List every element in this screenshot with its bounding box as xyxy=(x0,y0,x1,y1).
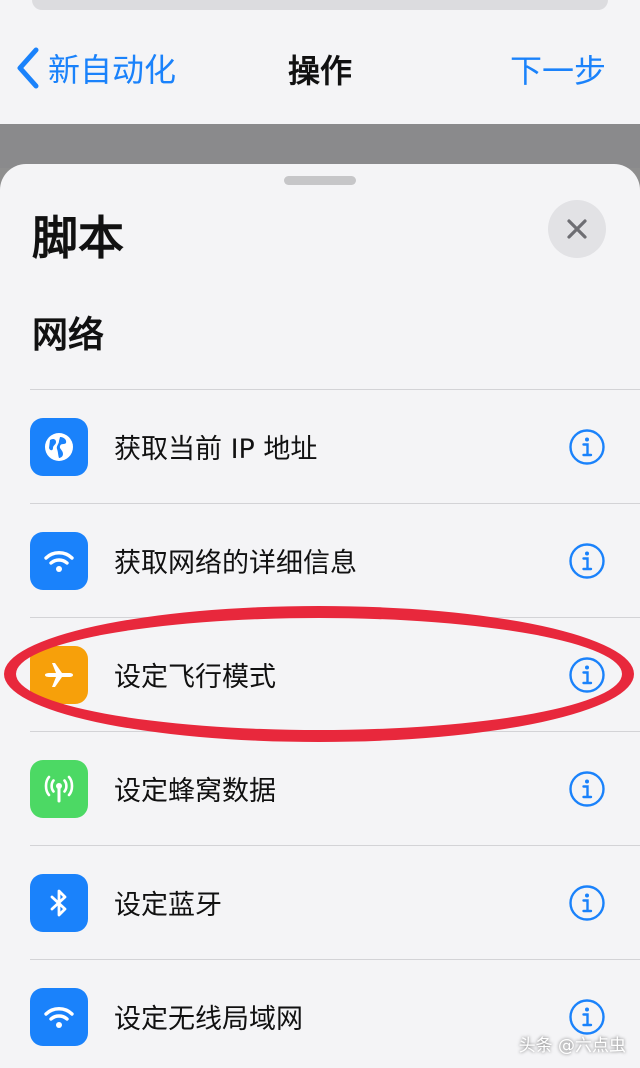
action-row-airplane-mode[interactable]: 设定飞行模式 xyxy=(30,617,640,731)
app-screen: 新自动化 操作 下一步 脚本 网络 获取当前 IP 地址 获取网络的详细信息 设… xyxy=(0,0,640,1068)
section-header-network: 网络 xyxy=(32,315,105,356)
wifi-icon xyxy=(30,531,88,590)
info-icon[interactable] xyxy=(568,770,606,808)
sheet-grabber[interactable] xyxy=(284,176,356,185)
actions-sheet: 脚本 网络 获取当前 IP 地址 获取网络的详细信息 设定飞行模式 设定蜂窝数据… xyxy=(0,164,640,1068)
bluetooth-icon xyxy=(30,873,88,932)
info-icon[interactable] xyxy=(568,656,606,694)
info-icon[interactable] xyxy=(568,884,606,922)
action-label: 获取当前 IP 地址 xyxy=(114,434,318,465)
action-label: 设定蓝牙 xyxy=(114,890,222,921)
action-row-get-ip[interactable]: 获取当前 IP 地址 xyxy=(30,389,640,503)
dimmed-background xyxy=(0,124,640,168)
action-list: 获取当前 IP 地址 获取网络的详细信息 设定飞行模式 设定蜂窝数据 设定蓝牙 … xyxy=(30,389,640,1068)
action-row-cellular-data[interactable]: 设定蜂窝数据 xyxy=(30,731,640,845)
action-label: 设定蜂窝数据 xyxy=(114,776,276,807)
action-label: 设定飞行模式 xyxy=(114,662,276,693)
navigation-bar: 新自动化 操作 下一步 xyxy=(0,0,640,124)
cellular-antenna-icon xyxy=(30,759,88,818)
airplane-icon xyxy=(30,645,88,704)
close-button[interactable] xyxy=(548,200,606,258)
close-icon xyxy=(567,219,587,239)
wifi-icon xyxy=(30,987,88,1046)
action-label: 获取网络的详细信息 xyxy=(114,548,357,579)
next-button[interactable]: 下一步 xyxy=(510,46,606,92)
action-row-network-details[interactable]: 获取网络的详细信息 xyxy=(30,503,640,617)
sheet-title: 脚本 xyxy=(32,211,124,265)
globe-icon xyxy=(30,417,88,476)
watermark: 头条 @六点虫 xyxy=(518,1036,626,1056)
info-icon[interactable] xyxy=(568,542,606,580)
action-row-bluetooth[interactable]: 设定蓝牙 xyxy=(30,845,640,959)
info-icon[interactable] xyxy=(568,428,606,466)
